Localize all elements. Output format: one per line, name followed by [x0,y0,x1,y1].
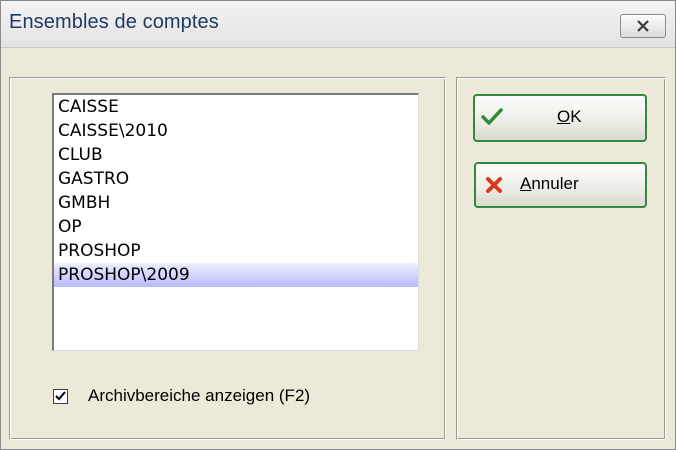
list-item[interactable]: CAISSE\2010 [54,119,418,143]
window-title: Ensembles de comptes [9,11,219,33]
cancel-button[interactable]: Annuler [474,162,647,208]
cancel-button-label: Annuler [520,174,579,193]
close-x-icon [636,20,650,32]
list-item[interactable]: PROSHOP [54,239,418,263]
checkmark-small-icon [55,391,66,401]
dialog-window: Ensembles de comptes CAISSE CAISSE\2010 … [0,0,676,450]
title-bar[interactable]: Ensembles de comptes [1,1,675,48]
list-item[interactable]: GASTRO [54,167,418,191]
archive-checkbox-row[interactable]: Archivbereiche anzeigen (F2) [53,384,310,408]
red-x-icon [483,174,505,196]
list-item[interactable]: CLUB [54,143,418,167]
checkmark-icon [481,106,503,128]
list-item[interactable]: GMBH [54,191,418,215]
list-item[interactable]: OP [54,215,418,239]
archive-checkbox-label: Archivbereiche anzeigen (F2) [88,386,311,405]
ok-button[interactable]: OK [473,94,647,142]
dialog-content: CAISSE CAISSE\2010 CLUB GASTRO GMBH OP P… [1,48,675,449]
list-item-selected[interactable]: PROSHOP\2009 [54,263,418,287]
account-set-listbox[interactable]: CAISSE CAISSE\2010 CLUB GASTRO GMBH OP P… [52,93,419,351]
archive-checkbox[interactable] [53,388,68,404]
list-item[interactable]: CAISSE [54,95,418,119]
close-button[interactable] [620,14,666,38]
ok-button-label: OK [557,107,582,126]
